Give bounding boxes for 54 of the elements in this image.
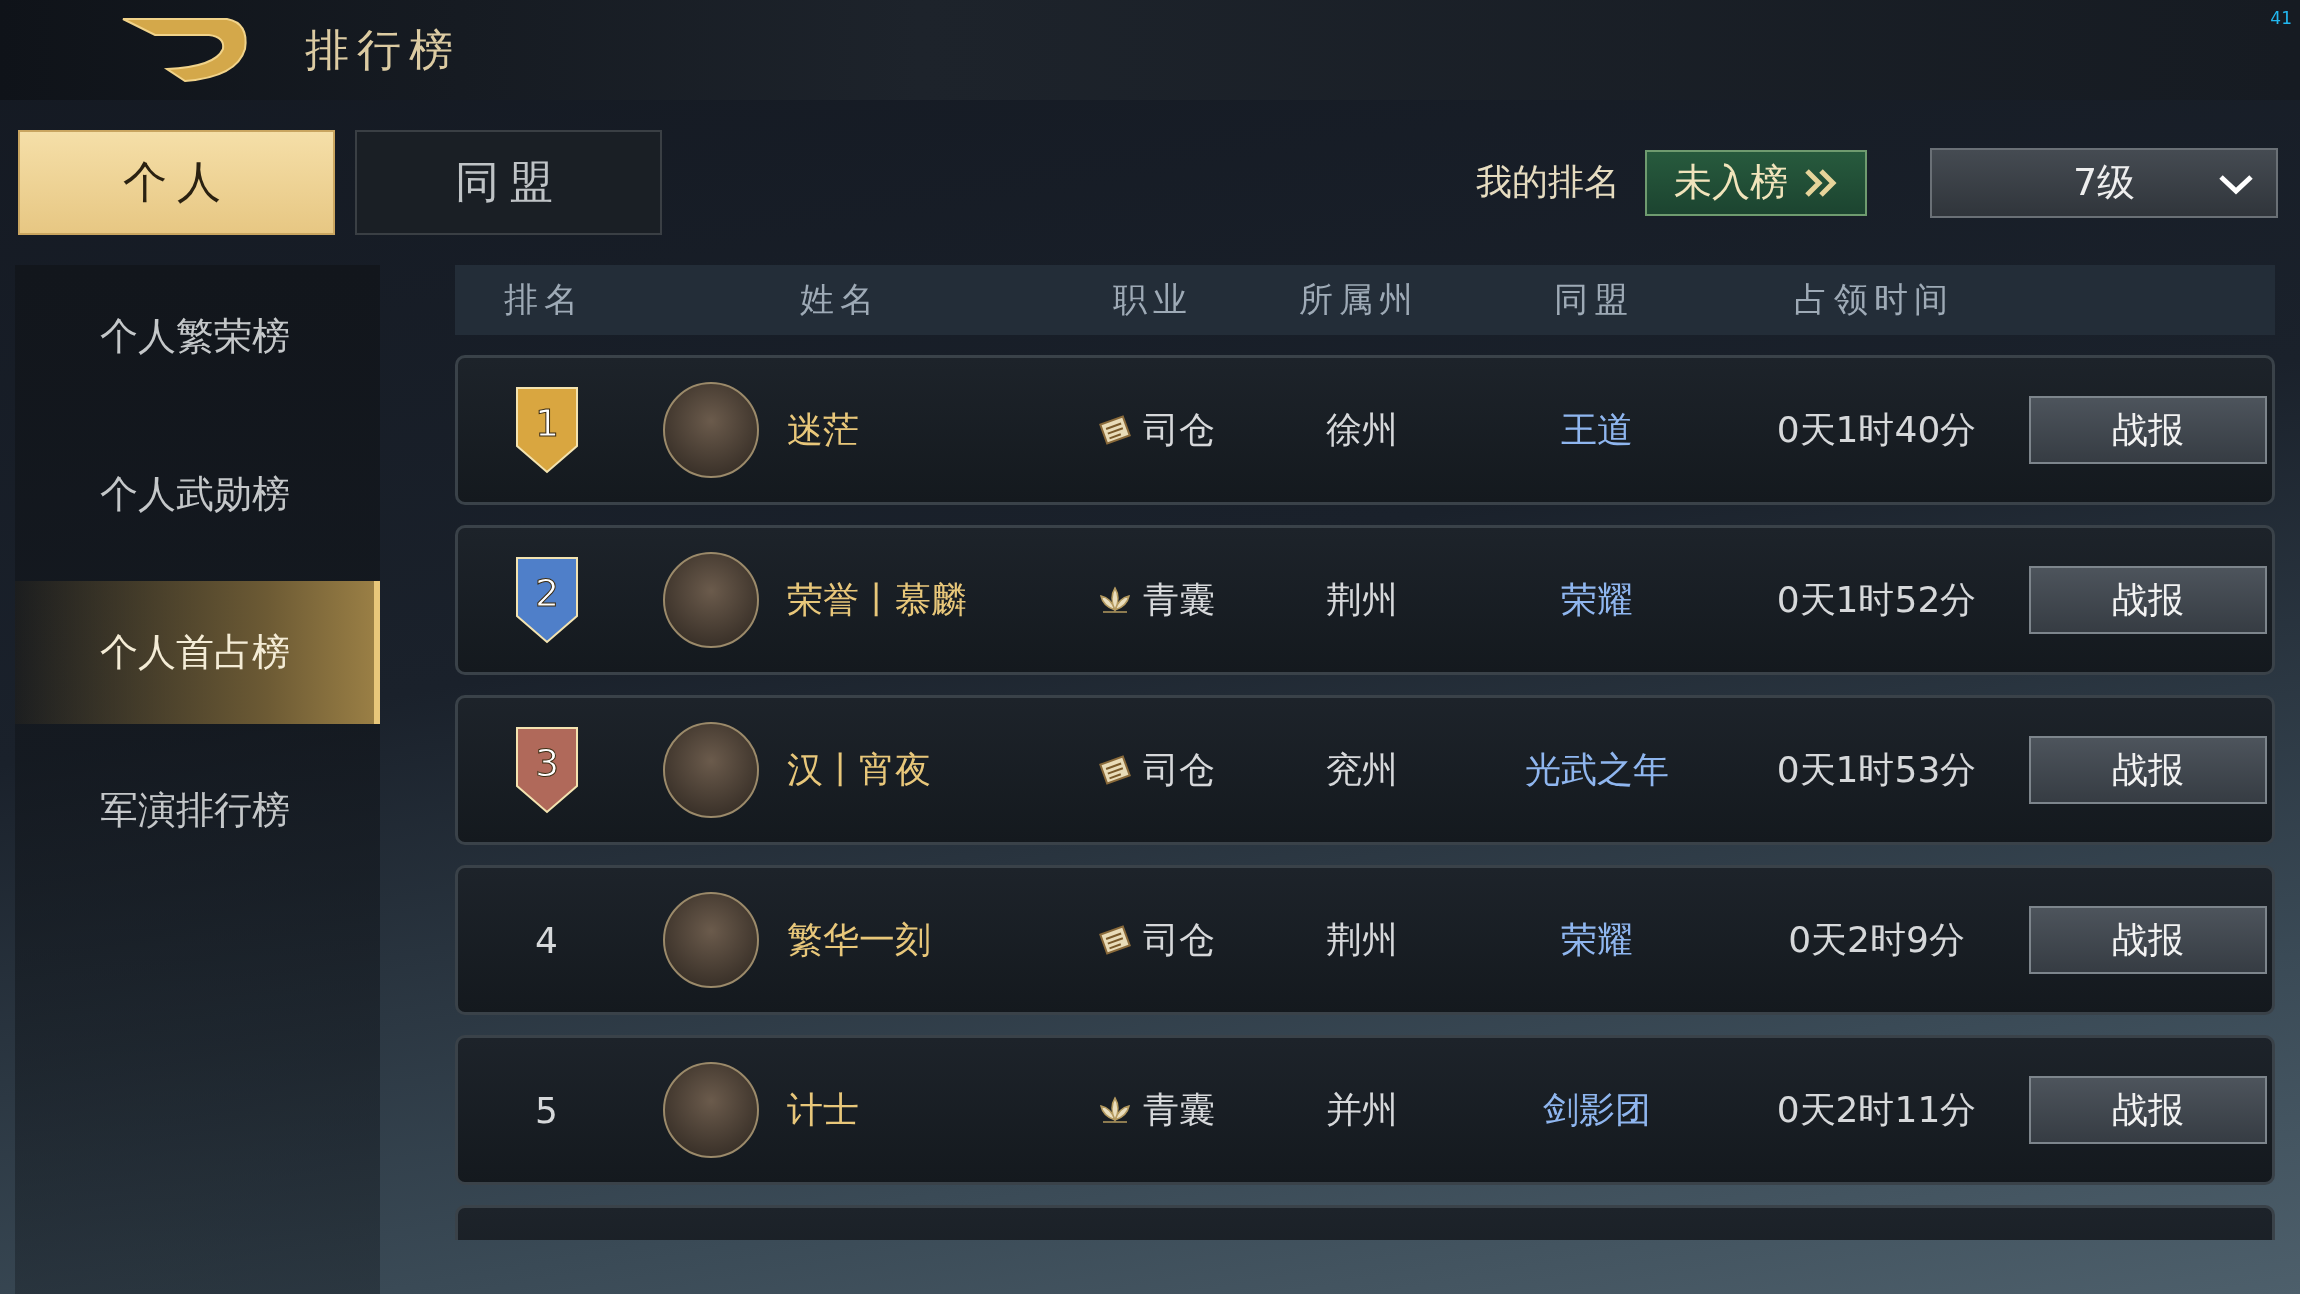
battle-report-button[interactable]: 战报 [2028, 1076, 2267, 1144]
state-name: 荆州 [1325, 577, 1399, 622]
state-name: 并州 [1325, 1087, 1399, 1132]
occupy-time: 0天1时53分 [1775, 747, 1978, 792]
caret-icon [2218, 173, 2254, 195]
tab[interactable]: 同盟 [355, 130, 662, 235]
double-chevron-icon [1804, 166, 1838, 199]
state-name: 荆州 [1325, 917, 1399, 962]
rank-medal: 3 [514, 724, 579, 816]
window-title: 排行榜 [305, 22, 461, 77]
column-header: 姓名 [799, 278, 881, 321]
column-header: 占领时间 [1792, 278, 1955, 321]
column-header: 所属州 [1298, 278, 1420, 321]
column-header: 同盟 [1552, 278, 1635, 321]
alliance-name: 光武之年 [1523, 747, 1670, 792]
player-name: 荣誉丨慕麟 [787, 577, 967, 622]
job-label: 司仓 [1143, 747, 1215, 792]
rank-number: 5 [535, 1089, 558, 1131]
job-label: 青囊 [1143, 577, 1215, 622]
occupy-time: 0天1时40分 [1775, 407, 1978, 452]
rank-medal: 2 [514, 554, 579, 646]
state-name: 徐州 [1325, 407, 1399, 452]
rank-medal: 1 [514, 384, 579, 476]
sidebar-item[interactable]: 个人繁荣榜 [15, 265, 380, 408]
battle-report-button[interactable]: 战报 [2028, 566, 2267, 634]
column-header: 排名 [502, 278, 585, 321]
my-rank-label: 我的排名 [1476, 160, 1620, 204]
player-name: 繁华一刻 [787, 917, 931, 962]
alliance-name: 王道 [1559, 407, 1634, 452]
column-header: 职业 [1112, 278, 1194, 321]
player-name: 计士 [787, 1087, 859, 1132]
rank-number: 4 [535, 919, 558, 961]
level-dropdown[interactable]: 7级 [1930, 147, 2278, 218]
sidebar-item[interactable]: 个人首占榜 [15, 581, 380, 724]
sidebar-item[interactable]: 个人武勋榜 [15, 423, 380, 566]
alliance-name: 剑影团 [1541, 1087, 1652, 1132]
state-name: 兖州 [1325, 747, 1399, 792]
my-rank-button[interactable]: 未入榜 [1645, 149, 1867, 216]
occupy-time: 0天2时11分 [1775, 1087, 1978, 1132]
battle-report-button[interactable]: 战报 [2028, 396, 2267, 464]
job-label: 司仓 [1143, 917, 1215, 962]
player-name: 迷茫 [787, 407, 859, 452]
job-label: 青囊 [1143, 1087, 1215, 1132]
battle-report-button[interactable]: 战报 [2028, 736, 2267, 804]
player-name: 汉丨宵夜 [787, 747, 931, 792]
occupy-time: 0天2时9分 [1787, 917, 1966, 962]
overlay-number: 41 [2270, 8, 2292, 28]
tab[interactable]: 个人 [18, 130, 335, 235]
alliance-name: 荣耀 [1559, 917, 1634, 962]
job-label: 司仓 [1143, 407, 1215, 452]
occupy-time: 0天1时52分 [1775, 577, 1978, 622]
battle-report-button[interactable]: 战报 [2028, 906, 2267, 974]
alliance-name: 荣耀 [1559, 577, 1634, 622]
sidebar-item[interactable]: 军演排行榜 [15, 739, 380, 882]
